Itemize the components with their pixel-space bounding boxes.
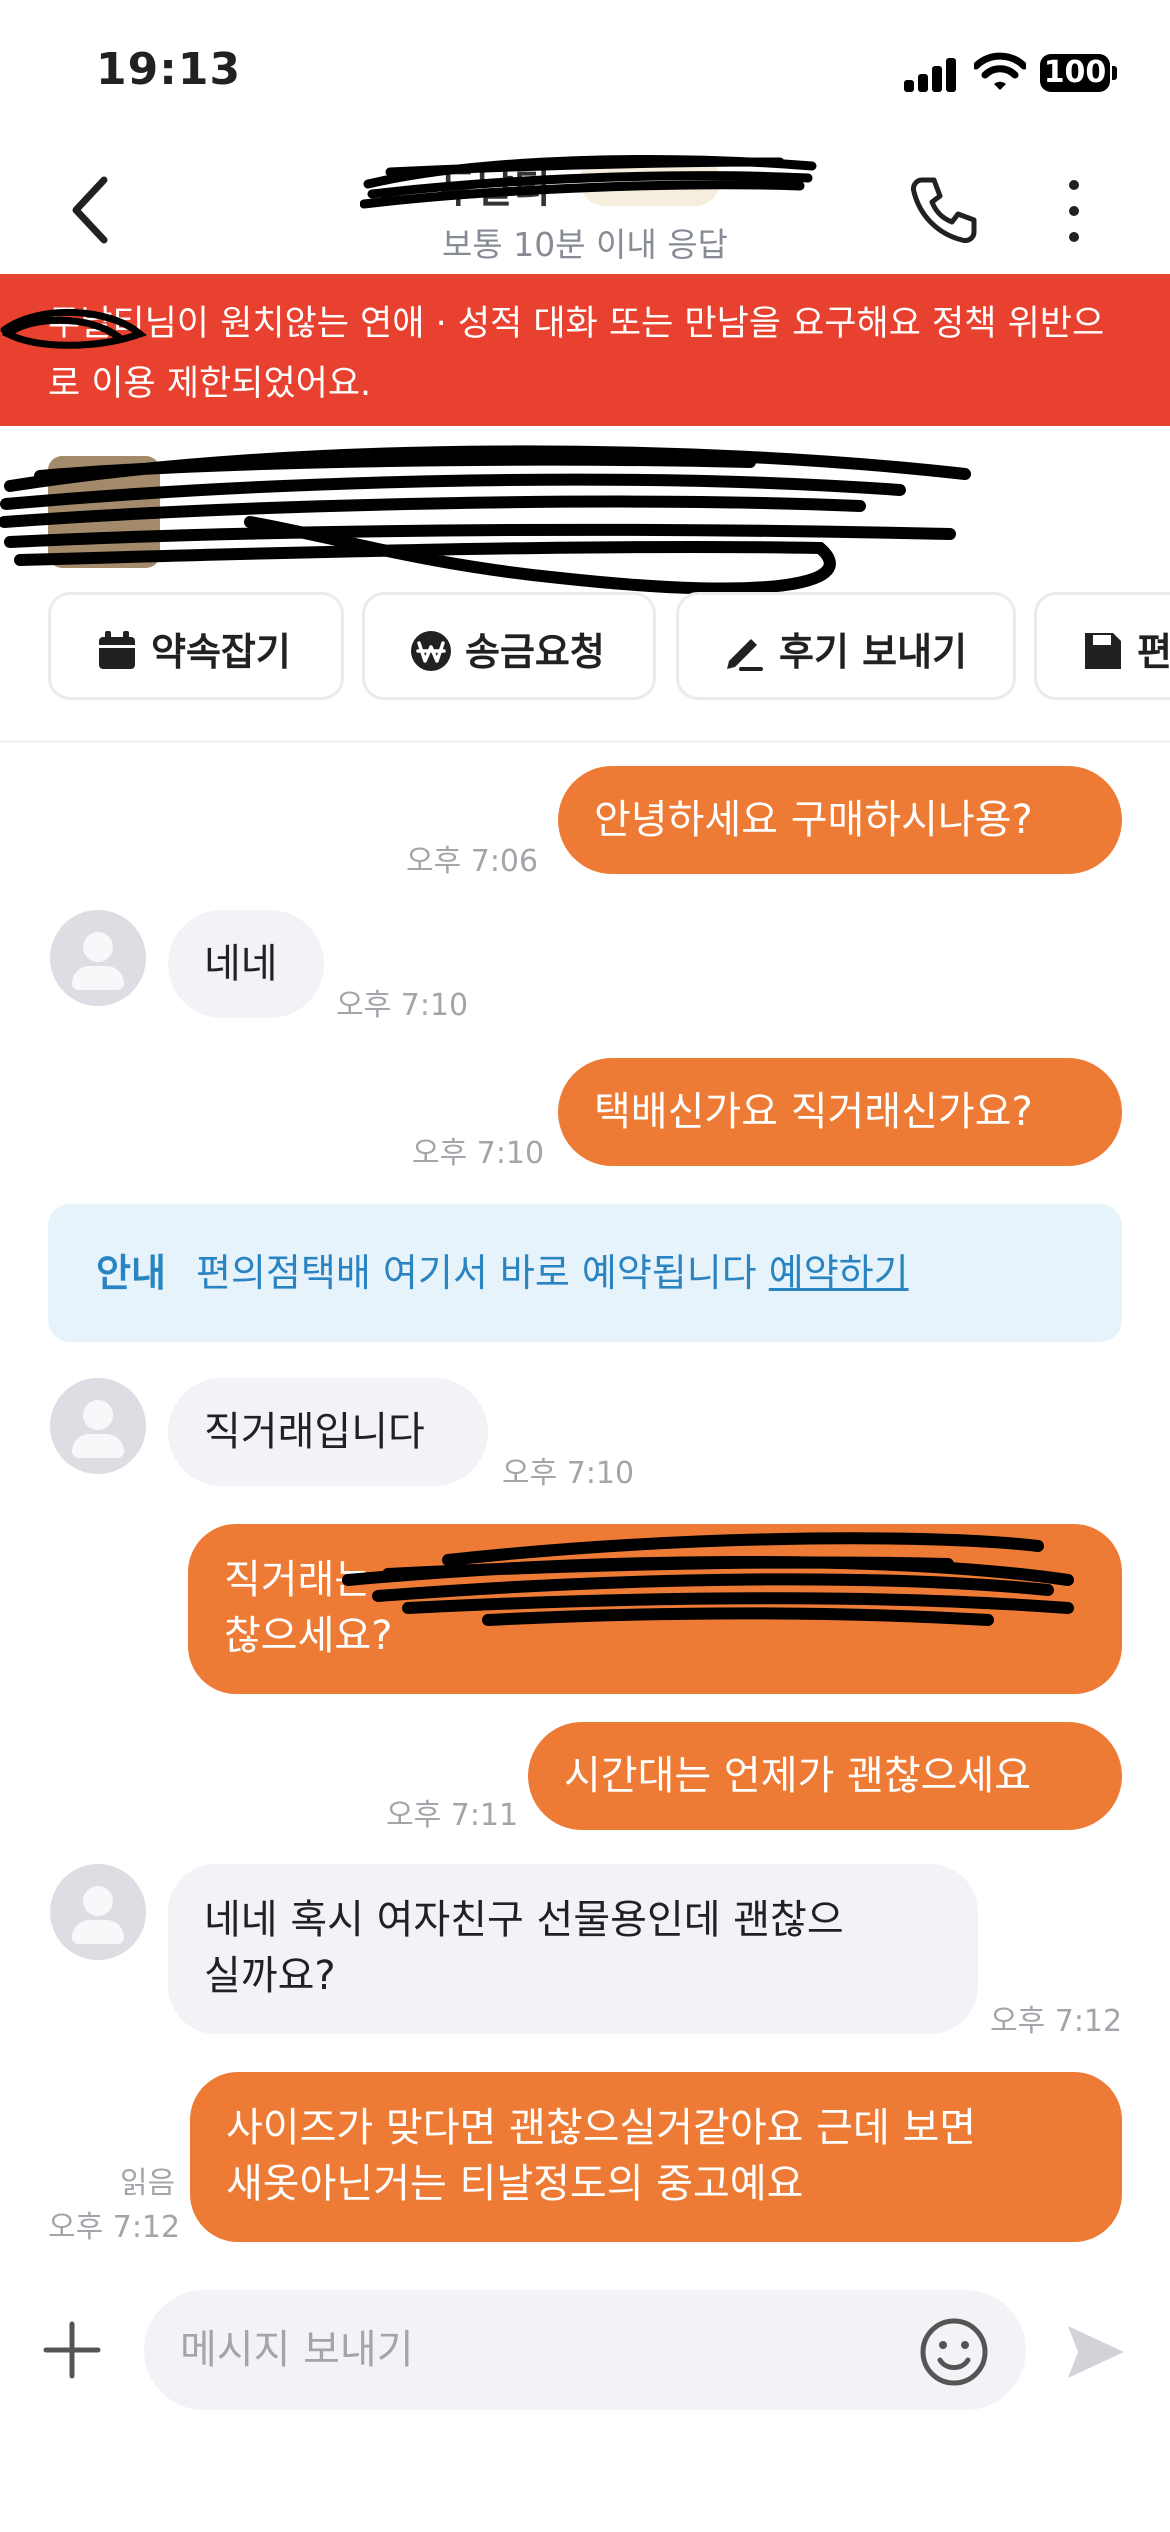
- product-info[interactable]: [0, 426, 1170, 595]
- calendar-icon: [99, 631, 135, 669]
- message-time: 오후 7:10: [412, 1136, 545, 1171]
- chip-save[interactable]: 편: [1034, 592, 1170, 700]
- message-text-line: 네네 혹시 여자친구 선물용인데 괜찮으: [204, 1897, 844, 1943]
- partner-name-text: 두날티: [440, 166, 551, 212]
- chat-partner-name: 두날티: [360, 148, 820, 218]
- message-text-line: 새옷아닌거는 티날정도의 중고예요: [226, 2161, 804, 2207]
- incoming-message[interactable]: 네네: [168, 910, 324, 1018]
- notice-text: 편의점택배 여기서 바로 예약됩니다: [196, 1251, 757, 1295]
- avatar[interactable]: [50, 1378, 146, 1474]
- chip-send-review[interactable]: 후기 보내기: [676, 592, 1016, 700]
- save-icon: [1085, 633, 1121, 669]
- message-time: 오후 7:12: [48, 2210, 181, 2245]
- status-time: 19:13: [96, 44, 242, 95]
- emoji-icon[interactable]: [918, 2316, 990, 2388]
- chip-label: 후기 보내기: [779, 630, 968, 674]
- notice-banner: 안내 편의점택배 여기서 바로 예약됩니다 예약하기: [48, 1204, 1122, 1342]
- manner-temperature-badge: [580, 156, 720, 206]
- message-time: 오후 7:10: [502, 1456, 635, 1491]
- outgoing-message[interactable]: 시간대는 언제가 괜찮으세요: [528, 1722, 1122, 1830]
- notice-title: 안내: [96, 1251, 166, 1295]
- cellular-signal-icon: [904, 58, 956, 92]
- outgoing-message[interactable]: 직거래는 찮으세요?: [188, 1524, 1122, 1694]
- policy-warning-banner: 두날티님이 원치않는 연애 · 성적 대화 또는 만남을 요구해요 정책 위반으…: [0, 274, 1170, 426]
- avatar[interactable]: [50, 1864, 146, 1960]
- status-bar: 19:13 100: [0, 0, 1170, 140]
- message-text: 택배신가요 직거래신가요?: [594, 1089, 1033, 1135]
- read-receipt: 읽음: [120, 2166, 176, 2201]
- message-text-line: 사이즈가 맞다면 괜찮으실거같아요 근데 보면: [226, 2105, 977, 2151]
- message-text: 안녕하세요 구매하시나용?: [594, 797, 1033, 843]
- message-input[interactable]: [144, 2290, 1026, 2410]
- product-thumbnail[interactable]: [48, 456, 160, 568]
- message-input-bar: [0, 2280, 1170, 2440]
- outgoing-message[interactable]: 사이즈가 맞다면 괜찮으실거같아요 근데 보면 새옷아닌거는 티날정도의 중고예…: [190, 2072, 1122, 2242]
- chip-label: 편: [1137, 630, 1170, 674]
- reserve-link[interactable]: 예약하기: [769, 1251, 909, 1295]
- chip-money-request[interactable]: 송금요청: [362, 592, 656, 700]
- message-time: 오후 7:12: [990, 2004, 1123, 2039]
- message-text-line: 찮으세요?: [224, 1613, 393, 1659]
- chip-label: 약속잡기: [151, 630, 291, 674]
- action-chips: 약속잡기 송금요청 후기 보내기 편: [0, 592, 1170, 704]
- message-text-line: 직거래는: [224, 1557, 372, 1603]
- message-text: 직거래입니다: [204, 1409, 425, 1455]
- battery-icon: 100: [1040, 54, 1110, 92]
- battery-tip: [1112, 66, 1117, 80]
- chip-label: 송금요청: [465, 630, 605, 674]
- phone-icon[interactable]: [908, 174, 980, 246]
- chat-header: 두날티 보통 10분 이내 응답: [0, 140, 1170, 274]
- response-time-subtitle: 보통 10분 이내 응답: [442, 225, 728, 264]
- message-time: 오후 7:11: [386, 1798, 519, 1833]
- header-divider: [0, 740, 1170, 743]
- message-text: 시간대는 언제가 괜찮으세요: [564, 1753, 1032, 1799]
- incoming-message[interactable]: 직거래입니다: [168, 1378, 488, 1486]
- message-text: 네네: [204, 941, 278, 987]
- send-icon[interactable]: [1064, 2320, 1128, 2384]
- policy-warning-text: 두날티님이 원치않는 연애 · 성적 대화 또는 만남을 요구해요 정책 위반으…: [48, 304, 1105, 404]
- won-icon: [411, 631, 451, 671]
- message-time: 오후 7:10: [336, 988, 469, 1023]
- incoming-message[interactable]: 네네 혹시 여자친구 선물용인데 괜찮으 실까요?: [168, 1864, 978, 2034]
- avatar[interactable]: [50, 910, 146, 1006]
- more-options-icon[interactable]: [1060, 176, 1090, 246]
- message-text-line: 실까요?: [204, 1953, 336, 1999]
- outgoing-message[interactable]: 택배신가요 직거래신가요?: [558, 1058, 1122, 1166]
- outgoing-message[interactable]: 안녕하세요 구매하시나용?: [558, 766, 1122, 874]
- message-time: 오후 7:06: [406, 844, 539, 879]
- chip-schedule[interactable]: 약속잡기: [48, 592, 344, 700]
- plus-icon[interactable]: [42, 2320, 102, 2380]
- wifi-icon: [974, 52, 1026, 90]
- pencil-icon: [727, 639, 763, 671]
